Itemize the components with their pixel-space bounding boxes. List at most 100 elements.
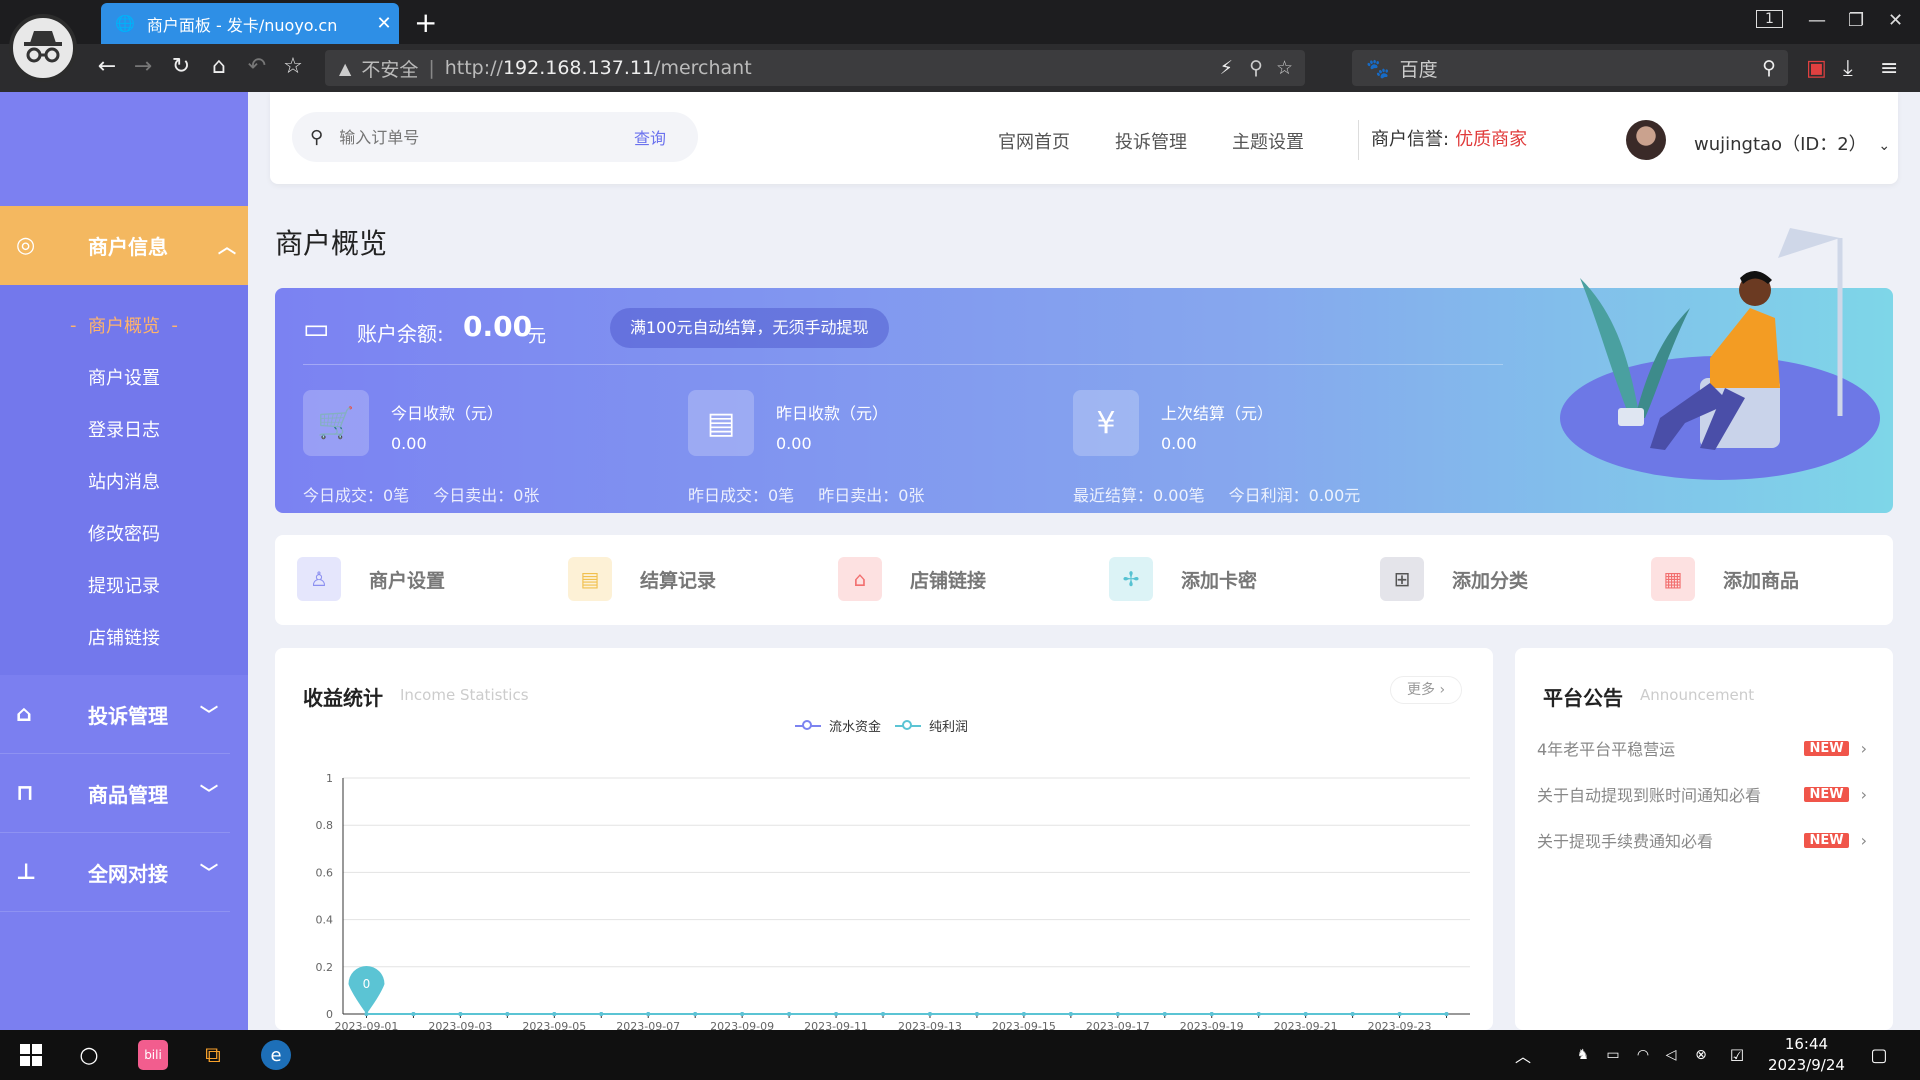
nav-theme[interactable]: 主题设置: [1232, 128, 1304, 154]
search-icon[interactable]: ⚲: [1762, 57, 1776, 79]
announcement-item[interactable]: 关于自动提现到账时间通知必看 NEW ›: [1537, 782, 1867, 806]
tab-title: 商户面板 - 发卡/nuoyo.cn: [146, 15, 338, 35]
browser-taskbar-icon[interactable]: e: [261, 1040, 291, 1070]
wifi-icon[interactable]: ◠: [1628, 1040, 1658, 1070]
y-tick-label: 1: [326, 772, 333, 785]
quick-merchant-settings[interactable]: ♙ 商户设置: [297, 557, 445, 601]
sidebar-item-shop-link[interactable]: 店铺链接: [0, 611, 248, 663]
stat-foot-deals: 昨日成交：0笔: [688, 486, 795, 505]
action-center-icon[interactable]: ▢: [1864, 1040, 1894, 1070]
user-icon: ♙: [297, 557, 341, 601]
query-button[interactable]: 查询: [634, 125, 666, 149]
note-icon: ▤: [568, 557, 612, 601]
download-icon[interactable]: ⤓: [1843, 56, 1853, 81]
bookmark-star-icon[interactable]: ☆: [278, 54, 308, 79]
new-tab-button[interactable]: +: [414, 6, 437, 39]
quick-settlement-records[interactable]: ▤ 结算记录: [568, 557, 716, 601]
tab-count-badge[interactable]: 1: [1756, 10, 1783, 28]
url-prefix: http://: [444, 57, 503, 79]
sidebar-group-products[interactable]: ⊓ 商品管理 ﹀: [0, 754, 230, 833]
stat-label: 今日收款（元）: [391, 404, 504, 423]
quick-add-category[interactable]: ⊞ 添加分类: [1380, 557, 1528, 601]
restore-icon[interactable]: ❐: [1848, 10, 1864, 31]
series-point: [1068, 1012, 1073, 1016]
x-tick-label: 2023-09-23: [1368, 1020, 1432, 1030]
announce-subtitle: Announcement: [1640, 686, 1755, 704]
avatar[interactable]: [1626, 120, 1666, 160]
vmware-icon[interactable]: ⧉: [198, 1040, 228, 1070]
sidebar-item-change-password[interactable]: 修改密码: [0, 507, 248, 559]
sidebar-group-network[interactable]: ⊥ 全网对接 ﹀: [0, 833, 230, 912]
stat-foot-sold: 昨日卖出：0张: [818, 486, 925, 505]
quick-label: 添加卡密: [1181, 569, 1258, 592]
forward-icon[interactable]: →: [128, 54, 158, 79]
nav-home[interactable]: 官网首页: [998, 128, 1070, 154]
close-window-icon[interactable]: ✕: [1888, 10, 1903, 31]
undo-close-icon[interactable]: ↶: [242, 54, 272, 79]
sidebar-group-merchant-info[interactable]: ◎ 商户信息 ︿: [0, 206, 248, 285]
cart-icon: 🛒: [303, 390, 369, 456]
new-badge: NEW: [1804, 740, 1849, 756]
chevron-down-icon: ﹀: [200, 863, 218, 884]
series-point: [1397, 1012, 1402, 1016]
chevron-up-icon[interactable]: ︿: [1508, 1040, 1538, 1070]
menu-icon[interactable]: ≡: [1880, 56, 1898, 81]
browser-search-box[interactable]: 🐾 百度 ⚲: [1352, 50, 1788, 86]
top-header: ⚲ 查询 官网首页 投诉管理 主题设置 商户信誉:优质商家 wujingtao（…: [270, 92, 1898, 184]
search-circle-icon[interactable]: ○: [74, 1040, 104, 1070]
chevron-down-icon: ﹀: [200, 705, 218, 726]
sidebar-item-overview[interactable]: - 商户概览 -: [0, 299, 248, 351]
announcement-item[interactable]: 4年老平台平稳营运 NEW ›: [1537, 736, 1867, 760]
pdf-icon[interactable]: ▣: [1806, 56, 1827, 81]
bilibili-icon[interactable]: bili: [138, 1040, 168, 1070]
reload-icon[interactable]: ↻: [166, 54, 196, 79]
y-tick-label: 0.2: [316, 961, 334, 974]
insecure-label: 不安全: [361, 58, 419, 81]
volume-icon[interactable]: ◁: [1656, 1040, 1686, 1070]
address-bar[interactable]: ▲ 不安全 | http://192.168.137.11/merchant ⚡…: [325, 50, 1305, 86]
browser-tab[interactable]: 🌐 商户面板 - 发卡/nuoyo.cn ✕: [101, 3, 399, 44]
income-line-chart[interactable]: 0 0.2 0.4 0.6 0.8 1 2023-09-01 2023-09-03 2023-0…: [275, 648, 1493, 1030]
tray-app-icon[interactable]: ♞: [1568, 1040, 1598, 1070]
checkbox-tray-icon[interactable]: ☑: [1722, 1040, 1752, 1070]
bag-icon: ⊓: [16, 780, 34, 806]
chevron-right-icon: ›: [1860, 738, 1867, 758]
balance-label: 账户余额:: [357, 322, 444, 346]
sidebar-item-login-log[interactable]: 登录日志: [0, 403, 248, 455]
sidebar-group-complaints[interactable]: ⌂ 投诉管理 ﹀: [0, 675, 230, 754]
series-point: [1115, 1012, 1120, 1016]
sidebar-item-settings[interactable]: 商户设置: [0, 351, 248, 403]
nav-complaints[interactable]: 投诉管理: [1115, 128, 1187, 154]
order-search-input[interactable]: [339, 127, 634, 147]
x-tick-label: 2023-09-13: [898, 1020, 962, 1030]
quick-add-product[interactable]: ▦ 添加商品: [1651, 557, 1799, 601]
back-icon[interactable]: ←: [92, 54, 122, 79]
system-clock[interactable]: 16:44 2023/9/24: [1768, 1034, 1845, 1076]
battery-icon[interactable]: ▭: [1598, 1040, 1628, 1070]
sidebar-item-messages[interactable]: 站内消息: [0, 455, 248, 507]
series-point: [1303, 1012, 1308, 1016]
home-icon[interactable]: ⌂: [204, 54, 234, 79]
wallet-icon: ▭: [303, 312, 330, 345]
sidebar-item-withdraw-records[interactable]: 提现记录: [0, 559, 248, 611]
favorite-icon[interactable]: ☆: [1276, 57, 1293, 79]
announcement-item[interactable]: 关于提现手续费通知必看 NEW ›: [1537, 828, 1867, 852]
quick-add-cards[interactable]: ✢ 添加卡密: [1109, 557, 1257, 601]
quick-shop-link[interactable]: ⌂ 店铺链接: [838, 557, 986, 601]
notification-block-icon[interactable]: ⊗: [1686, 1040, 1716, 1070]
user-menu[interactable]: wujingtao（ID：2） ⌄: [1694, 130, 1890, 156]
incognito-profile-icon[interactable]: [9, 14, 77, 82]
search-engine-label: 百度: [1399, 58, 1438, 81]
x-tick-label: 2023-09-09: [710, 1020, 774, 1030]
banner-divider: [303, 364, 1503, 365]
x-tick-label: 2023-09-03: [428, 1020, 492, 1030]
windows-start-icon[interactable]: [16, 1040, 46, 1070]
x-tick-label: 2023-09-07: [616, 1020, 680, 1030]
quick-label: 店铺链接: [910, 569, 987, 592]
zoom-icon[interactable]: ⚲: [1249, 57, 1263, 79]
minimize-icon[interactable]: —: [1808, 10, 1826, 31]
stat-foot-deals: 今日成交：0笔: [303, 486, 410, 505]
close-tab-icon[interactable]: ✕: [369, 13, 399, 34]
lightning-icon[interactable]: ⚡: [1220, 57, 1233, 79]
series-point: [1350, 1012, 1355, 1016]
